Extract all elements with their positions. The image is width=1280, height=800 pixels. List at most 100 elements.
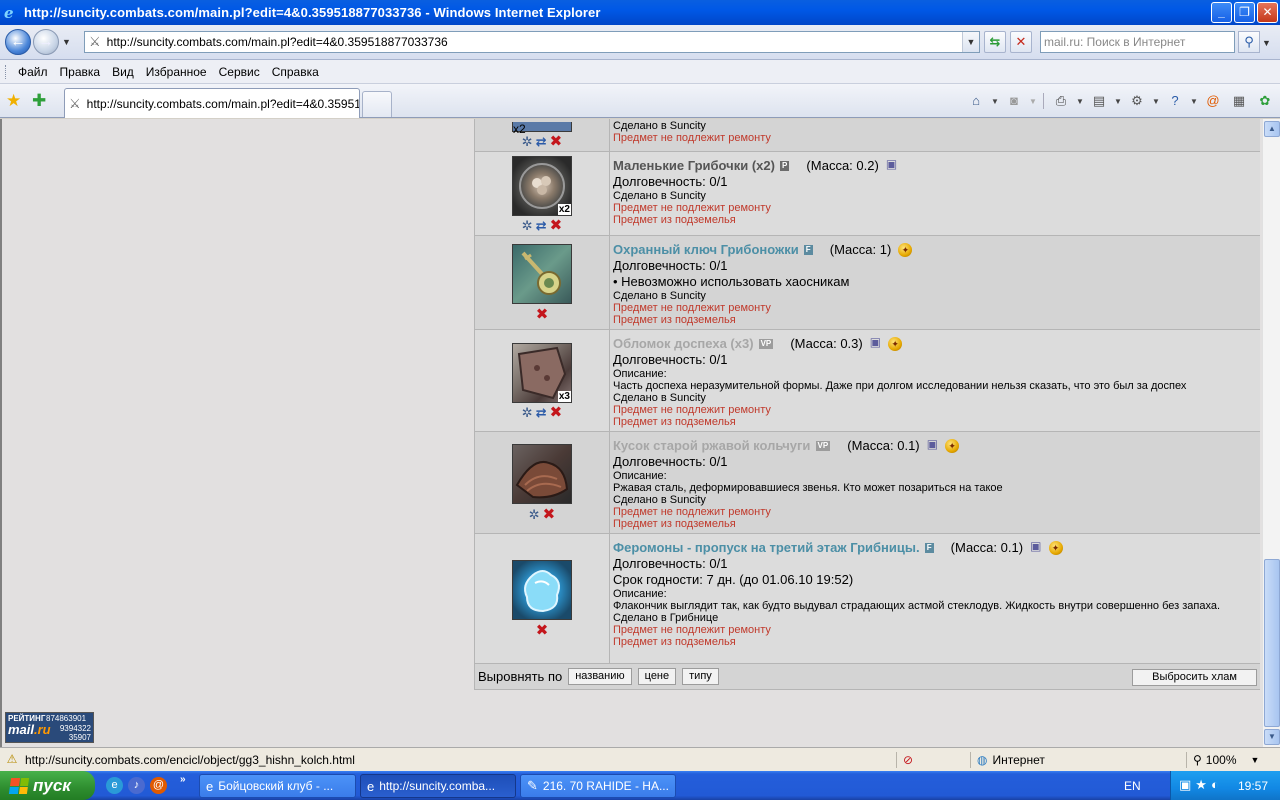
language-indicator[interactable]: EN xyxy=(1124,779,1141,793)
menu-help[interactable]: Справка xyxy=(272,65,319,79)
item-name[interactable]: Маленькие Грибочки (x2) xyxy=(613,158,775,173)
quick-mail-agent-icon[interactable]: @ xyxy=(150,777,167,794)
address-field[interactable]: ⚔ http://suncity.combats.com/main.pl?edi… xyxy=(84,31,980,53)
status-zoom-section: ⚲ 100% ▼ xyxy=(1186,752,1274,768)
delete-item-icon[interactable]: ✖ xyxy=(536,307,549,322)
use-item-icon[interactable]: ✲ xyxy=(529,508,540,521)
add-favorite-icon[interactable]: ✚ xyxy=(32,91,46,111)
forward-button[interactable]: → xyxy=(33,29,59,55)
task-ie-icon: e xyxy=(367,778,375,794)
menu-edit[interactable]: Правка xyxy=(60,65,101,79)
popup-blocked-icon[interactable]: ⊘ xyxy=(903,753,913,767)
scroll-down-arrow[interactable]: ▼ xyxy=(1264,729,1280,745)
quick-launch-more-icon[interactable]: » xyxy=(180,774,186,785)
history-dropdown-icon[interactable]: ▼ xyxy=(62,37,71,47)
print-icon[interactable]: ⎙ xyxy=(1050,92,1072,110)
use-item-icon[interactable]: ✲ xyxy=(522,406,533,419)
transfer-item-icon[interactable]: ⇄ xyxy=(536,406,547,419)
item-thumbnail-key[interactable] xyxy=(512,244,572,304)
status-blocked-section: ⊘ xyxy=(896,752,966,768)
delete-item-icon[interactable]: ✖ xyxy=(550,405,563,420)
item-name[interactable]: Охранный ключ Грибоножки xyxy=(613,242,799,257)
scroll-up-arrow[interactable]: ▲ xyxy=(1264,121,1280,137)
sort-by-name-button[interactable]: названию xyxy=(568,668,632,685)
vertical-scrollbar[interactable]: ▲ ▼ xyxy=(1262,119,1280,747)
item-quantity: x2 xyxy=(557,203,571,215)
mail-at-icon[interactable]: @ xyxy=(1202,92,1224,110)
address-toolbar: ← → ▼ ⚔ http://suncity.combats.com/main.… xyxy=(0,25,1280,60)
start-button[interactable]: пуск xyxy=(0,771,95,800)
clock[interactable]: 19:57 xyxy=(1238,779,1268,793)
transfer-item-icon[interactable]: ⇄ xyxy=(536,135,547,148)
favorites-star-icon[interactable]: ★ xyxy=(6,91,21,111)
task-combats-club[interactable]: e Бойцовский клуб - ... xyxy=(199,774,356,798)
quick-media-icon[interactable]: ♪ xyxy=(128,777,145,794)
tools-gear-icon[interactable]: ⚙ xyxy=(1126,92,1148,110)
tools-dropdown-icon[interactable]: ▼ xyxy=(1152,97,1160,106)
gift-icon: ▣ xyxy=(869,335,882,349)
item-badge: P xyxy=(780,161,790,171)
item-mass: (Масса: 0.3) xyxy=(790,336,863,351)
sort-by-type-button[interactable]: типу xyxy=(682,668,719,685)
page-dropdown-icon[interactable]: ▼ xyxy=(1114,97,1122,106)
use-item-icon[interactable]: ✲ xyxy=(522,135,533,148)
item-name[interactable]: Обломок доспеха (x3) xyxy=(613,336,754,351)
page-icon[interactable]: ▤ xyxy=(1088,92,1110,110)
maximize-button[interactable]: ❐ xyxy=(1234,2,1255,23)
transfer-item-icon[interactable]: ⇄ xyxy=(536,219,547,232)
item-thumbnail-chainmail[interactable] xyxy=(512,444,572,504)
messenger-icon[interactable]: ✿ xyxy=(1254,92,1276,110)
item-origin: Сделано в Suncity xyxy=(613,190,706,202)
help-icon[interactable]: ? xyxy=(1164,92,1186,110)
close-button[interactable]: ✕ xyxy=(1257,2,1278,23)
minimize-button[interactable]: _ xyxy=(1211,2,1232,23)
delete-item-icon[interactable]: ✖ xyxy=(543,507,556,522)
address-dropdown-icon[interactable]: ▼ xyxy=(962,32,979,52)
mailru-rating-counter[interactable]: РЕЙТИНГ 874863901 mail.ru 9394322 35907 xyxy=(5,712,94,743)
menu-file[interactable]: Файл xyxy=(18,65,48,79)
feeds-icon[interactable]: ◙ xyxy=(1003,92,1025,110)
menu-tools[interactable]: Сервис xyxy=(219,65,260,79)
search-dropdown-icon[interactable]: ▼ xyxy=(1262,38,1271,48)
tray-volume-icon[interactable]: ◐ xyxy=(1211,777,1219,793)
refresh-button[interactable]: ⇆ xyxy=(984,31,1006,53)
delete-item-icon[interactable]: ✖ xyxy=(550,134,563,149)
item-name[interactable]: Феромоны - пропуск на третий этаж Грибни… xyxy=(613,540,920,555)
task-rahide[interactable]: ✎ 216. 70 RAHIDE - НА... xyxy=(520,774,676,798)
item-thumbnail[interactable]: x2 xyxy=(512,122,572,136)
tray-network-icon[interactable]: ▣ xyxy=(1179,777,1191,793)
tray-star-icon[interactable]: ★ xyxy=(1195,777,1207,793)
quick-ie-icon[interactable]: e xyxy=(106,777,123,794)
tab-active[interactable]: ⚔ http://suncity.combats.com/main.pl?edi… xyxy=(64,88,360,118)
search-input[interactable]: mail.ru: Поиск в Интернет xyxy=(1040,31,1235,53)
print-dropdown-icon[interactable]: ▼ xyxy=(1076,97,1084,106)
back-button[interactable]: ← xyxy=(5,29,31,55)
new-tab-button[interactable] xyxy=(362,91,392,117)
address-url[interactable]: http://suncity.combats.com/main.pl?edit=… xyxy=(107,35,448,49)
item-thumbnail-pheromones[interactable] xyxy=(512,560,572,620)
zoom-dropdown-icon[interactable]: ▼ xyxy=(1251,755,1260,765)
use-item-icon[interactable]: ✲ xyxy=(522,219,533,232)
zoom-icon[interactable]: ⚲ xyxy=(1193,753,1202,767)
home-icon[interactable]: ⌂ xyxy=(965,92,987,110)
item-thumbnail-armor-shard[interactable]: x3 xyxy=(512,342,572,403)
item-info: Сделано в Suncity Предмет не подлежит ре… xyxy=(610,119,1260,151)
discard-junk-button[interactable]: Выбросить хлам xyxy=(1132,669,1257,686)
research-icon[interactable]: ▦ xyxy=(1228,92,1250,110)
menu-view[interactable]: Вид xyxy=(112,65,134,79)
sort-by-price-button[interactable]: цене xyxy=(637,668,677,685)
menu-favorites[interactable]: Избранное xyxy=(146,65,207,79)
task-suncity[interactable]: e http://suncity.comba... xyxy=(360,774,516,798)
scroll-thumb[interactable] xyxy=(1264,559,1280,727)
search-icon[interactable]: ⚲ xyxy=(1238,31,1260,53)
title-bar: e http://suncity.combats.com/main.pl?edi… xyxy=(0,0,1280,25)
delete-item-icon[interactable]: ✖ xyxy=(550,218,563,233)
item-name[interactable]: Кусок старой ржавой кольчуги xyxy=(613,438,810,453)
stop-button[interactable]: ✕ xyxy=(1010,31,1032,53)
delete-item-icon[interactable]: ✖ xyxy=(536,623,549,638)
help-dropdown-icon[interactable]: ▼ xyxy=(1190,97,1198,106)
feeds-dropdown-icon[interactable]: ▼ xyxy=(1029,97,1037,106)
item-thumbnail-mushrooms[interactable]: x2 xyxy=(512,155,572,216)
home-dropdown-icon[interactable]: ▼ xyxy=(991,97,999,106)
zoom-level[interactable]: 100% xyxy=(1206,753,1237,767)
